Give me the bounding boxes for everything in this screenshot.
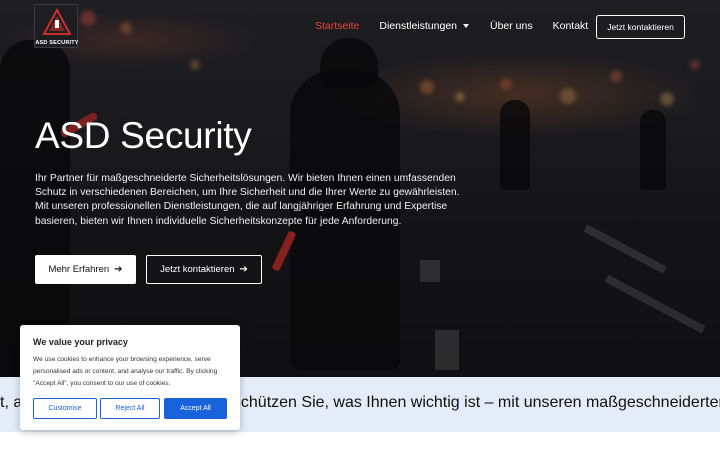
shield-logo-icon [42,8,72,35]
marquee-text-right: Schützen Sie, was Ihnen wichtig ist – mi… [230,394,720,411]
nav-item-dienstleistungen[interactable]: Dienstleistungen [379,20,469,32]
chevron-down-icon [463,24,469,29]
learn-more-label: Mehr Erfahren [48,264,110,275]
nav-item-kontakt[interactable]: Kontakt [553,20,589,32]
accept-all-label: Accept All [180,405,211,412]
logo-text: ASD SECURITY [35,40,79,46]
hero-title: ASD Security [35,115,252,156]
learn-more-button[interactable]: Mehr Erfahren ➔ [35,255,136,284]
header-contact-label: Jetzt kontaktieren [607,22,674,32]
reject-all-button[interactable]: Reject All [100,398,160,419]
customise-label: Customise [48,405,82,412]
cookie-title: We value your privacy [33,337,128,347]
accept-all-button[interactable]: Accept All [164,398,227,419]
site-logo[interactable]: ASD SECURITY [34,4,78,48]
arrow-right-icon: ➔ [114,264,123,275]
customise-button[interactable]: Customise [33,398,97,419]
arrow-right-icon: ➔ [239,264,248,275]
hero-description: Ihr Partner für maßgeschneiderte Sicherh… [35,173,460,227]
nav-item-startseite[interactable]: Startseite [315,20,359,32]
nav-item-label: Dienstleistungen [379,20,457,32]
header-contact-button[interactable]: Jetzt kontaktieren [596,15,685,39]
nav-item-ueber-uns[interactable]: Über uns [490,20,533,32]
main-navigation: Startseite Dienstleistungen Über uns Kon… [315,20,588,32]
cookie-consent-banner: We value your privacy We use cookies to … [20,325,240,430]
hero-contact-button[interactable]: Jetzt kontaktieren ➔ [146,255,262,284]
hero-contact-label: Jetzt kontaktieren [160,264,235,275]
reject-all-label: Reject All [115,405,145,412]
marquee-text-left: t, a [0,394,23,411]
cookie-text: We use cookies to enhance your browsing … [33,356,218,387]
